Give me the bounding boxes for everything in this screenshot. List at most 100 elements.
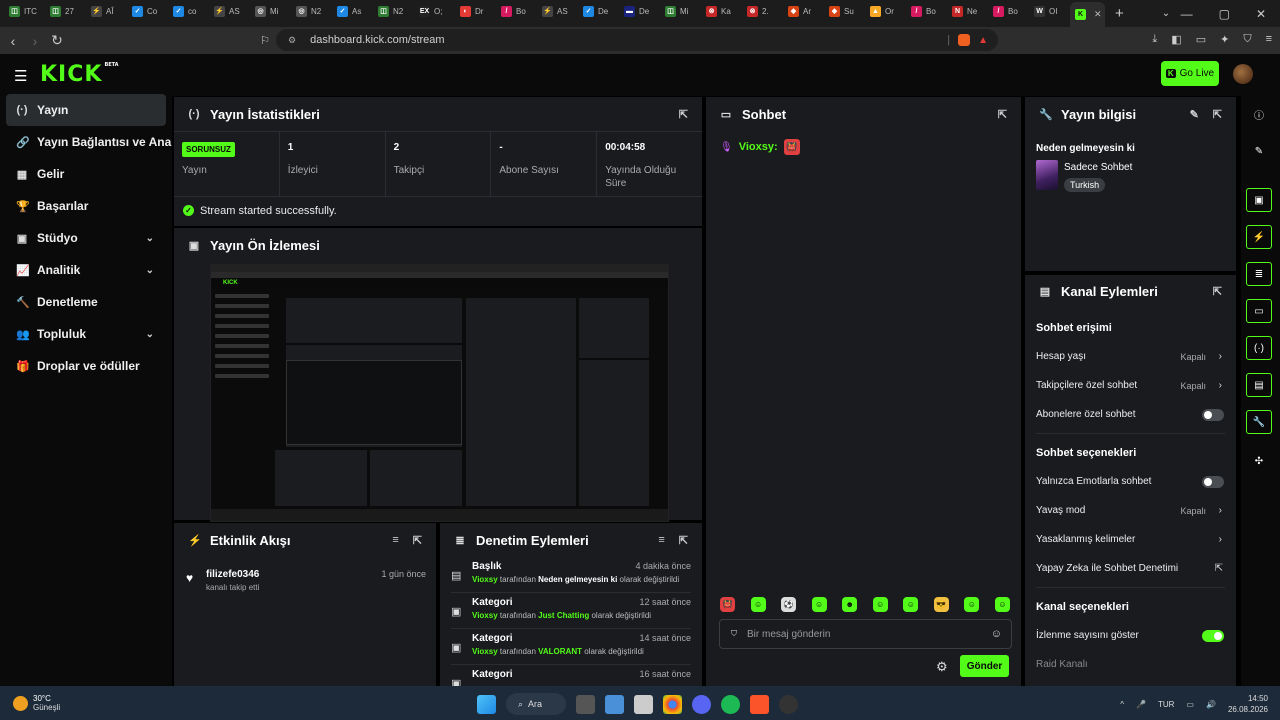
edit-icon[interactable]: ✎ bbox=[1246, 139, 1272, 163]
browser-tab[interactable]: ◫ Mi bbox=[660, 0, 701, 22]
back-icon[interactable]: ‹ bbox=[2, 33, 24, 49]
popout-icon[interactable]: ⇱ bbox=[679, 534, 688, 547]
add-widget-icon[interactable]: ✣ bbox=[1246, 449, 1272, 473]
site-info-icon[interactable]: ⚙ bbox=[288, 35, 296, 46]
emote-button[interactable]: ☺ bbox=[811, 597, 827, 612]
sidebar-item[interactable]: ▣ Stüdyo ⌄ bbox=[0, 222, 172, 254]
account-age-row[interactable]: Hesap yaşı Kapalı › bbox=[1025, 342, 1236, 371]
emote-button[interactable]: ☻ bbox=[842, 597, 858, 612]
browser-tab[interactable]: ◆ Ar bbox=[783, 0, 824, 22]
emote-button[interactable]: ☺ bbox=[903, 597, 919, 612]
hamburger-menu-icon[interactable]: ☰ bbox=[14, 67, 27, 85]
browser-tab[interactable]: ⚡ AÎ bbox=[86, 0, 127, 22]
chevron-down-icon[interactable]: ⌄ bbox=[146, 329, 154, 340]
activity-username[interactable]: filizefe0346 bbox=[206, 569, 259, 580]
preview-toggle-icon[interactable]: ▣ bbox=[1246, 188, 1272, 212]
stats-toggle-icon[interactable]: (·) bbox=[1246, 336, 1272, 360]
microphone-icon[interactable]: 🎤 bbox=[1136, 700, 1146, 709]
browser-tab[interactable]: / Bo bbox=[988, 0, 1029, 22]
stream-preview-video[interactable]: KICK bbox=[210, 264, 669, 522]
popout-icon[interactable]: ⇱ bbox=[1213, 108, 1222, 121]
raid-channel-row[interactable]: Raid Kanalı bbox=[1025, 650, 1236, 679]
emote-button[interactable]: 😎 bbox=[933, 597, 949, 612]
emote-button[interactable]: 👹 bbox=[720, 597, 735, 612]
mod-user[interactable]: Vioxsy bbox=[472, 575, 498, 584]
discord-icon[interactable] bbox=[692, 694, 711, 714]
chevron-down-icon[interactable]: ⌄ bbox=[146, 265, 154, 276]
task-view-icon[interactable] bbox=[576, 694, 595, 714]
emoji-icon[interactable]: ☺ bbox=[991, 628, 1002, 640]
show-viewers-toggle[interactable] bbox=[1202, 629, 1224, 642]
taskbar-search[interactable]: ⌕ Ara bbox=[506, 693, 566, 715]
browser-tab[interactable]: N Ne bbox=[947, 0, 988, 22]
minimize-icon[interactable]: — bbox=[1181, 7, 1193, 21]
chevron-down-icon[interactable]: ⌄ bbox=[146, 233, 154, 244]
browser-tab[interactable]: W OI bbox=[1029, 0, 1070, 22]
moderation-toggle-icon[interactable]: ≣ bbox=[1246, 262, 1272, 286]
browser-tab[interactable]: ◫ ITC bbox=[4, 0, 45, 22]
language-indicator[interactable]: TUR bbox=[1158, 700, 1174, 709]
browser-tab[interactable]: ▬ De bbox=[619, 0, 660, 22]
maximize-icon[interactable]: ▢ bbox=[1219, 7, 1230, 21]
browser-tab[interactable]: / Bo bbox=[496, 0, 537, 22]
browser-tab[interactable]: ◆ Su bbox=[824, 0, 865, 22]
sidebar-item[interactable]: (·) Yayın bbox=[6, 94, 166, 126]
sidebar-item[interactable]: ▦ Gelir bbox=[0, 158, 172, 190]
avatar[interactable] bbox=[1233, 64, 1253, 84]
sidebar-item[interactable]: 🔗 Yayın Bağlantısı ve Anahtarı bbox=[0, 126, 172, 158]
chat-input[interactable]: ⛉ Bir mesaj gönderin ☺ bbox=[719, 619, 1012, 649]
browser-tab[interactable]: K ✕ bbox=[1070, 2, 1105, 27]
browser-tab[interactable]: ✓ As bbox=[332, 0, 373, 22]
close-tab-icon[interactable]: ✕ bbox=[1094, 9, 1102, 20]
url-field[interactable]: ⚙ dashboard.kick.com/stream | ▲ bbox=[276, 29, 998, 51]
followers-only-row[interactable]: Takipçilere özel sohbet Kapalı › bbox=[1025, 371, 1236, 400]
emote-button[interactable]: ⚽ bbox=[781, 597, 797, 612]
new-tab-button[interactable]: + bbox=[1115, 5, 1124, 22]
browser-tab[interactable]: ◎ N2 bbox=[291, 0, 332, 22]
info-icon[interactable]: ⓘ bbox=[1246, 102, 1272, 126]
volume-icon[interactable]: 🔊 bbox=[1206, 700, 1216, 709]
close-icon[interactable]: ✕ bbox=[1256, 7, 1266, 21]
sidebar-item[interactable]: 👥 Topluluk ⌄ bbox=[0, 318, 172, 350]
reload-icon[interactable]: ↻ bbox=[46, 32, 68, 49]
browser-tab[interactable]: ◐ Dr bbox=[455, 0, 496, 22]
chrome-icon[interactable] bbox=[663, 694, 682, 714]
browser-tab[interactable]: ◫ N2 bbox=[373, 0, 414, 22]
chat-username[interactable]: Vioxsy: bbox=[739, 141, 778, 153]
browser-tab[interactable]: ✓ Co bbox=[127, 0, 168, 22]
start-icon[interactable] bbox=[477, 694, 496, 714]
banned-words-row[interactable]: Yasaklanmış kelimeler › bbox=[1025, 525, 1236, 554]
network-icon[interactable]: ▭ bbox=[1186, 700, 1194, 709]
clock[interactable]: 14:50 26.08.2026 bbox=[1228, 693, 1268, 715]
emote-button[interactable]: ☺ bbox=[964, 597, 980, 612]
browser-tab[interactable]: ⚡ AS bbox=[537, 0, 578, 22]
sidebar-toggle-icon[interactable]: ◧ bbox=[1171, 33, 1181, 46]
popout-icon[interactable]: ⇱ bbox=[679, 108, 688, 121]
download-icon[interactable]: ⤓ bbox=[1152, 33, 1157, 46]
go-live-button[interactable]: K Go Live bbox=[1161, 61, 1219, 86]
browser-tab[interactable]: / Bo bbox=[906, 0, 947, 22]
browser-tab[interactable]: ⚡ AS bbox=[209, 0, 250, 22]
browser-tab[interactable]: ✓ co bbox=[168, 0, 209, 22]
browser-tab[interactable]: EX O; bbox=[414, 0, 455, 22]
subs-only-toggle[interactable] bbox=[1202, 408, 1224, 421]
browser-tab[interactable]: ⊗ Ka bbox=[701, 0, 742, 22]
sidebar-item[interactable]: 🏆 Başarılar bbox=[0, 190, 172, 222]
ai-moderation-row[interactable]: Yapay Zeka ile Sohbet Denetimi ⇱ bbox=[1025, 554, 1236, 583]
sidebar-item[interactable]: 📈 Analitik ⌄ bbox=[0, 254, 172, 286]
brave-icon[interactable] bbox=[750, 694, 769, 714]
sidebar-item[interactable]: 🔨 Denetleme bbox=[0, 286, 172, 318]
stream-info-toggle-icon[interactable]: 🔧 bbox=[1246, 410, 1272, 434]
vpn-icon[interactable]: ⛉ bbox=[1243, 33, 1251, 46]
kick-logo[interactable]: KICK BETA bbox=[40, 62, 119, 87]
leo-ai-icon[interactable]: ✦ bbox=[1220, 33, 1229, 46]
browser-tab[interactable]: ✓ De bbox=[578, 0, 619, 22]
emote-button[interactable]: ☺ bbox=[750, 597, 766, 612]
mod-user[interactable]: Vioxsy bbox=[472, 611, 498, 620]
spotify-icon[interactable] bbox=[721, 694, 740, 714]
send-button[interactable]: Gönder bbox=[960, 655, 1009, 677]
popout-icon[interactable]: ⇱ bbox=[998, 108, 1007, 121]
browser-tab[interactable]: ⊗ 2. bbox=[742, 0, 783, 22]
mod-user[interactable]: Vioxsy bbox=[472, 647, 498, 656]
popout-icon[interactable]: ⇱ bbox=[1213, 285, 1222, 298]
